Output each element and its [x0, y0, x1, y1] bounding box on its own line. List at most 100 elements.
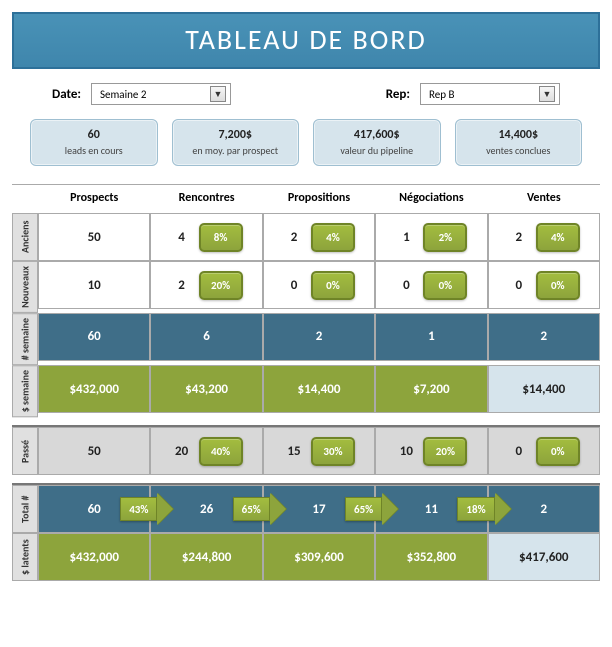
rep-select-value: Rep B — [429, 88, 455, 101]
cell-value: 0 — [508, 278, 530, 293]
kpi-label: ventes conclues — [462, 144, 576, 157]
percent-badge: 0% — [536, 271, 580, 300]
data-cell: 6 — [150, 313, 262, 361]
data-cell: 6043% — [38, 485, 150, 533]
column-header: Négociations — [375, 185, 487, 213]
date-select-value: Semaine 2 — [100, 88, 146, 101]
data-cell: 1 — [375, 313, 487, 361]
rep-label: Rep: — [386, 87, 410, 102]
cell-value: 20 — [171, 444, 193, 459]
data-cell: $309,600 — [263, 533, 375, 581]
row-label: Total # — [12, 485, 38, 533]
data-cell: 4 8% — [150, 213, 262, 261]
cell-value: 60 — [83, 329, 105, 344]
row-label: Nouveaux — [12, 261, 38, 313]
cell-value: $14,400 — [522, 382, 565, 397]
cell-value: 0 — [508, 444, 530, 459]
cell-value: 50 — [83, 444, 105, 459]
cell-value: $352,800 — [407, 550, 456, 565]
pipeline-grid-main: ProspectsRencontresPropositionsNégociati… — [12, 184, 600, 417]
data-cell: 60 — [38, 313, 150, 361]
data-cell: 2040% — [150, 427, 262, 475]
cell-value: $14,400 — [298, 382, 341, 397]
cell-value: $309,600 — [294, 550, 343, 565]
data-cell: $244,800 — [150, 533, 262, 581]
kpi-label: leads en cours — [37, 144, 151, 157]
percent-badge: 30% — [311, 437, 355, 466]
data-cell: 50 — [38, 213, 150, 261]
cell-value: 0 — [283, 278, 305, 293]
percent-badge: 4% — [311, 223, 355, 252]
cell-value: $43,200 — [185, 382, 228, 397]
percent-badge: 0% — [423, 271, 467, 300]
cell-value: $417,600 — [519, 550, 568, 565]
row-label: # semaine — [12, 313, 38, 365]
cell-value: 10 — [83, 278, 105, 293]
cell-value: $7,200 — [413, 382, 449, 397]
column-header: Ventes — [488, 185, 600, 213]
date-select[interactable]: Semaine 2 ▼ — [91, 83, 231, 105]
data-cell: $432,000 — [38, 533, 150, 581]
cell-value: 2 — [508, 230, 530, 245]
data-cell: 10 20% — [375, 427, 487, 475]
cell-value: 4 — [171, 230, 193, 245]
percent-badge: 8% — [199, 223, 243, 252]
column-header: Rencontres — [150, 185, 262, 213]
arrow-right-icon — [495, 493, 511, 525]
kpi-value: 14,400$ — [462, 128, 576, 142]
data-cell: 2 — [263, 313, 375, 361]
chevron-down-icon: ▼ — [539, 86, 555, 102]
flow-arrow: 18% — [457, 493, 510, 525]
date-label: Date: — [52, 87, 81, 102]
cell-value: 2 — [533, 329, 555, 344]
flow-arrow: 65% — [233, 493, 286, 525]
data-cell: 10 — [38, 261, 150, 309]
arrow-label: 43% — [120, 497, 157, 521]
kpi-card: 7,200$en moy. par prospect — [172, 119, 300, 166]
percent-badge: 20% — [199, 271, 243, 300]
data-cell: 0 0% — [488, 427, 600, 475]
data-cell: $352,800 — [375, 533, 487, 581]
cell-value: 50 — [83, 230, 105, 245]
data-cell: 15 30% — [263, 427, 375, 475]
cell-value: 10 — [395, 444, 417, 459]
kpi-value: 7,200$ — [179, 128, 293, 142]
kpi-card: 417,600$valeur du pipeline — [313, 119, 441, 166]
data-cell: 24% — [263, 213, 375, 261]
row-label: Anciens — [12, 213, 38, 261]
data-cell: 0 0% — [488, 261, 600, 309]
percent-badge: 0% — [536, 437, 580, 466]
row-label: $ semaine — [12, 365, 38, 417]
kpi-card: 60 leads en cours — [30, 119, 158, 166]
cell-value: 15 — [283, 444, 305, 459]
arrow-label: 65% — [233, 497, 270, 521]
data-cell: $14,400 — [488, 365, 600, 413]
cell-value: 2 — [533, 502, 555, 517]
data-cell: 2 4% — [488, 213, 600, 261]
data-cell: 2 — [488, 313, 600, 361]
cell-value: 2 — [308, 329, 330, 344]
cell-value: 11 — [420, 502, 442, 517]
percent-badge: 0% — [311, 271, 355, 300]
kpi-value: 60 — [37, 128, 151, 142]
column-header: Propositions — [263, 185, 375, 213]
page-title: TABLEAU DE BORD — [12, 12, 600, 69]
kpi-card: 14,400$ ventes conclues — [455, 119, 583, 166]
percent-badge: 20% — [423, 437, 467, 466]
data-cell: $432,000 — [38, 365, 150, 413]
filter-bar: Date: Semaine 2 ▼ Rep: Rep B ▼ — [12, 83, 600, 109]
column-header: Prospects — [38, 185, 150, 213]
chevron-down-icon: ▼ — [210, 86, 226, 102]
arrow-label: 18% — [457, 497, 494, 521]
cell-value: $432,000 — [69, 382, 118, 397]
cell-value: 1 — [420, 329, 442, 344]
percent-badge: 4% — [536, 223, 580, 252]
arrow-right-icon — [157, 493, 173, 525]
pipeline-grid-past: Passé502040%1530%1020%00% — [12, 425, 600, 475]
cell-value: 60 — [83, 502, 105, 517]
arrow-right-icon — [382, 493, 398, 525]
data-cell: $7,200 — [375, 365, 487, 413]
data-cell: 12% — [375, 213, 487, 261]
row-label: $ latents — [12, 533, 38, 581]
rep-select[interactable]: Rep B ▼ — [420, 83, 560, 105]
